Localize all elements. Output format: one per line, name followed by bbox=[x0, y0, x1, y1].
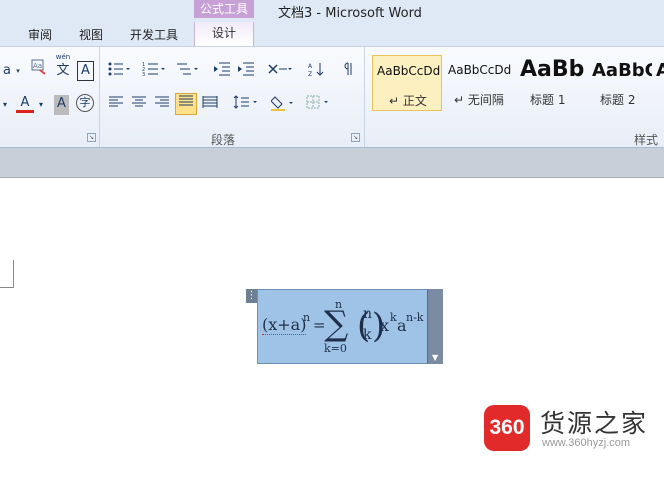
equation-lhs-exponent: n bbox=[303, 311, 311, 324]
style-heading-1[interactable]: AaBb 标题 1 bbox=[516, 55, 586, 111]
style-heading-2[interactable]: AaBbC 标题 2 bbox=[588, 55, 652, 111]
style-sample: AaBbC bbox=[592, 60, 652, 81]
equation-options-button[interactable]: ▼ bbox=[427, 289, 443, 364]
watermark-url: www.360hyzj.com bbox=[542, 437, 631, 449]
chinese-layout-icon[interactable] bbox=[266, 61, 294, 81]
tab-view[interactable]: 视图 bbox=[79, 26, 103, 43]
equation-binom-bottom: k bbox=[363, 327, 372, 343]
character-border-button[interactable]: A bbox=[77, 61, 94, 81]
enclose-character-button[interactable]: 字 bbox=[76, 94, 94, 112]
svg-text:Aa: Aa bbox=[33, 62, 42, 70]
style-no-spacing[interactable]: AaBbCcDd ↵ 无间隔 bbox=[444, 55, 514, 111]
chevron-down-icon[interactable]: ▾ bbox=[36, 95, 46, 115]
bullets-icon[interactable] bbox=[106, 61, 132, 81]
decrease-indent-icon[interactable] bbox=[212, 61, 232, 81]
style-sample: A bbox=[656, 60, 664, 81]
style-name: ↵ 无间隔 bbox=[454, 93, 504, 107]
window-title: 文档3 - Microsoft Word bbox=[278, 6, 422, 21]
watermark-name: 货源之家 bbox=[540, 409, 649, 438]
font-color-button[interactable]: A bbox=[16, 93, 34, 113]
svg-text:Z: Z bbox=[308, 71, 312, 77]
distributed-align-icon[interactable] bbox=[200, 95, 220, 115]
style-sample: AaBbCcDd bbox=[377, 64, 441, 78]
style-name: 标题 2 bbox=[600, 93, 636, 107]
numbering-icon[interactable]: 123 bbox=[141, 61, 167, 81]
increase-indent-icon[interactable] bbox=[236, 61, 256, 81]
ribbon-tabs: 审阅 视图 开发工具 bbox=[0, 22, 664, 46]
styles-gallery: AaBbCcDd ↵ 正文 AaBbCcDd ↵ 无间隔 AaBb 标题 1 A… bbox=[372, 55, 664, 111]
chevron-down-icon[interactable]: ▾ bbox=[14, 61, 22, 81]
phonetic-guide-button[interactable]: 文 bbox=[52, 61, 74, 81]
style-normal[interactable]: AaBbCcDd ↵ 正文 bbox=[372, 55, 442, 111]
align-left-icon[interactable] bbox=[106, 95, 126, 115]
paragraph-mark-icon[interactable] bbox=[340, 61, 356, 81]
equation-lhs: (x+a) bbox=[262, 315, 307, 335]
equation-handle-icon[interactable]: ⋮ bbox=[246, 289, 257, 303]
chevron-down-icon[interactable]: ▾ bbox=[0, 95, 10, 115]
group-separator bbox=[364, 47, 365, 147]
style-sample: AaBb bbox=[520, 57, 585, 82]
borders-icon[interactable] bbox=[305, 95, 333, 115]
equation-tools-context-label: 公式工具 bbox=[194, 0, 254, 18]
equation-sum-upper-limit: n bbox=[335, 298, 343, 311]
style-name: ↵ 正文 bbox=[389, 94, 427, 108]
line-spacing-icon[interactable] bbox=[232, 95, 260, 115]
title-bar: 公式工具 文档3 - Microsoft Word bbox=[0, 0, 664, 22]
clear-format-icon[interactable]: Aa bbox=[30, 59, 48, 79]
paragraph-group-label: 段落 bbox=[211, 133, 236, 147]
chevron-down-icon: ▼ bbox=[432, 353, 439, 362]
margin-corner-mark bbox=[0, 260, 14, 288]
character-shading-button[interactable]: A bbox=[54, 95, 69, 115]
equation-x-exponent: k bbox=[390, 311, 397, 324]
font-dialog-launcher-icon[interactable]: ↘ bbox=[87, 133, 96, 142]
sort-icon[interactable]: AZ bbox=[306, 61, 326, 81]
multilevel-list-icon[interactable] bbox=[174, 61, 200, 81]
style-name: 标题 1 bbox=[530, 93, 566, 107]
svg-text:A: A bbox=[308, 63, 313, 70]
style-title[interactable]: A bbox=[654, 55, 664, 111]
equation-a-exponent: n-k bbox=[406, 311, 424, 324]
ribbon: a ▾ Aa wén 文 A ▾ A ▾ A 字 ↘ 123 AZ 段落 ↘ A… bbox=[0, 46, 664, 148]
shading-icon[interactable] bbox=[270, 95, 298, 115]
group-separator bbox=[99, 47, 100, 147]
align-right-icon[interactable] bbox=[152, 95, 172, 115]
equation-sum-lower-limit: k=0 bbox=[324, 342, 347, 355]
font-size-dropdown[interactable]: a bbox=[0, 61, 14, 81]
equation-x: x bbox=[380, 316, 390, 335]
paragraph-dialog-launcher-icon[interactable]: ↘ bbox=[351, 133, 360, 142]
tab-review[interactable]: 审阅 bbox=[28, 26, 52, 43]
styles-group-label: 样式 bbox=[634, 133, 659, 147]
tab-developer[interactable]: 开发工具 bbox=[130, 26, 178, 43]
justify-icon[interactable] bbox=[175, 93, 197, 115]
tab-design[interactable]: 设计 bbox=[194, 22, 254, 46]
ruler-strip bbox=[0, 148, 664, 178]
equation-binom-top: n bbox=[363, 306, 373, 322]
style-sample: AaBbCcDd bbox=[448, 63, 512, 77]
watermark-logo: 360 bbox=[484, 405, 530, 451]
align-center-icon[interactable] bbox=[129, 95, 149, 115]
svg-text:3: 3 bbox=[142, 72, 145, 77]
